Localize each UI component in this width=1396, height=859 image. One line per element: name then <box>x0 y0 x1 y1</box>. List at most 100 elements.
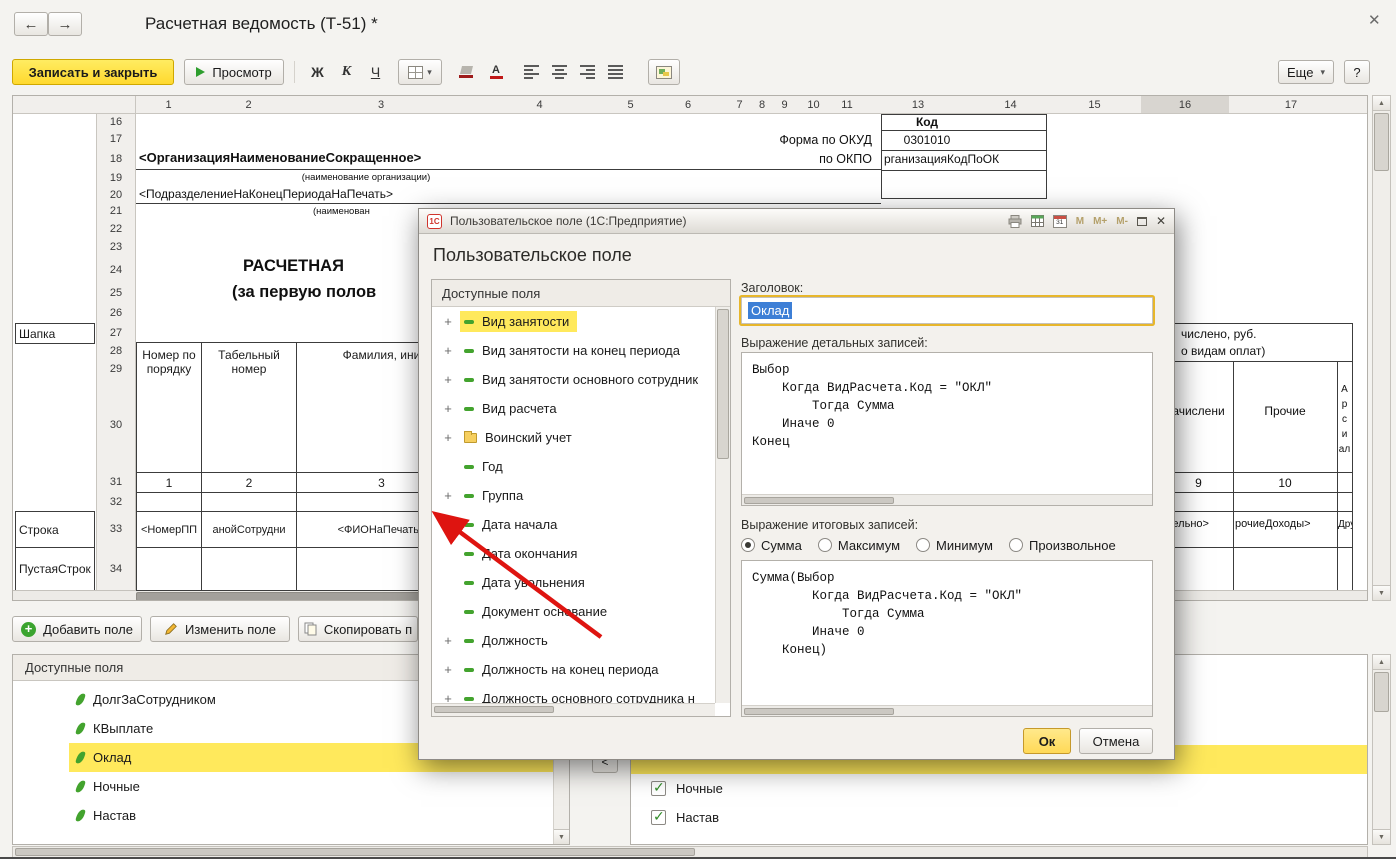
cell-row-sdelno[interactable]: дельно> <box>1166 516 1232 532</box>
tree-item-0[interactable]: + Вид занятости <box>432 307 715 336</box>
section-label-row[interactable]: Строка <box>15 511 95 548</box>
total-expression-input[interactable]: Сумма(Выбор Когда ВидРасчета.Код = "ОКЛ"… <box>741 560 1153 717</box>
row-header-25[interactable]: 25 <box>96 283 136 304</box>
scrollbar-thumb[interactable] <box>15 848 695 856</box>
cell-right-caption-2[interactable]: о видам оплат) <box>1181 343 1265 359</box>
scroll-down-icon[interactable]: ▼ <box>1373 829 1390 844</box>
tree-item-5[interactable]: Год <box>432 452 715 481</box>
expand-plus-icon[interactable]: + <box>442 662 454 677</box>
sheet-corner[interactable] <box>13 96 136 114</box>
scroll-down-icon[interactable]: ▼ <box>554 829 569 844</box>
column-header-16[interactable]: 16 <box>1141 96 1230 114</box>
cell-doc-title-1[interactable]: РАСЧЕТНАЯ <box>243 255 344 277</box>
header-input[interactable]: Оклад <box>741 297 1153 324</box>
tree-item-7[interactable]: + Дата начала <box>432 510 715 539</box>
expand-plus-icon[interactable]: + <box>442 488 454 503</box>
tree-item-8[interactable]: Дата окончания <box>432 539 715 568</box>
tree-item-12[interactable]: + Должность на конец периода <box>432 655 715 684</box>
column-header-7[interactable]: 7 <box>728 96 752 114</box>
borders-button[interactable]: ▾ <box>398 59 442 85</box>
scrollbar-thumb[interactable] <box>744 708 894 715</box>
save-and-close-button[interactable]: Записать и закрыть <box>12 59 174 85</box>
cell-colnum-1[interactable]: 1 <box>136 472 202 493</box>
checkbox-icon[interactable] <box>651 779 666 796</box>
tree-item-6[interactable]: + Группа <box>432 481 715 510</box>
column-header-5[interactable]: 5 <box>613 96 649 114</box>
tree-item-10[interactable]: Документ основание <box>432 597 715 626</box>
row-header-16[interactable]: 16 <box>96 114 136 130</box>
cell-row-tabel[interactable]: анойСотрудни <box>201 511 297 548</box>
cell-row-prochie[interactable]: рочиеДоходы> <box>1235 516 1335 532</box>
column-header-2[interactable]: 2 <box>201 96 297 114</box>
scroll-up-icon[interactable]: ▲ <box>1373 655 1390 670</box>
underline-button[interactable]: Ч <box>362 59 389 85</box>
preview-button[interactable]: Просмотр <box>184 59 284 85</box>
row-header-19[interactable]: 19 <box>96 169 136 188</box>
row-header-24[interactable]: 24 <box>96 256 136 284</box>
cell-kod-header[interactable]: Код <box>881 114 973 129</box>
sheet-vertical-scrollbar[interactable]: ▲ ▼ <box>1372 95 1391 601</box>
row-header-28[interactable]: 28 <box>96 342 136 361</box>
cell-okud-code[interactable]: 0301010 <box>881 130 973 149</box>
column-header-3[interactable]: 3 <box>296 96 467 114</box>
row-header-22[interactable]: 22 <box>96 219 136 239</box>
calendar-icon[interactable]: 31 <box>1052 214 1067 228</box>
sheet-settings-button[interactable] <box>648 59 680 85</box>
scrollbar-thumb[interactable] <box>744 497 894 504</box>
radio-option-3[interactable]: Произвольное <box>1008 538 1116 553</box>
field-item-3[interactable]: Ночные <box>13 772 553 801</box>
column-header-17[interactable]: 17 <box>1229 96 1354 114</box>
edit-field-button[interactable]: Изменить поле <box>150 616 290 642</box>
cell-header-nomer[interactable]: Номер по порядку <box>136 342 202 473</box>
right-panel-scrollbar[interactable]: ▲ ▼ <box>1372 654 1391 845</box>
bold-button[interactable]: Ж <box>304 59 331 85</box>
tree-item-2[interactable]: + Вид занятости основного сотрудник <box>432 365 715 394</box>
cell-org-name[interactable]: <ОрганизацияНаименованиеСокращенное> <box>139 147 421 167</box>
total-expression-scrollbar[interactable] <box>742 705 1152 716</box>
window-close-icon[interactable]: ✕ <box>1368 11 1381 29</box>
row-header-23[interactable]: 23 <box>96 238 136 257</box>
tree-item-11[interactable]: + Должность <box>432 626 715 655</box>
memory-button[interactable]: М <box>1076 216 1084 227</box>
ok-button[interactable]: Ок <box>1023 728 1071 754</box>
help-button[interactable]: ? <box>1344 60 1370 84</box>
detail-expression-scrollbar[interactable] <box>742 494 1152 505</box>
row-header-33[interactable]: 33 <box>96 511 136 548</box>
fill-color-button[interactable] <box>452 59 480 85</box>
dialog-titlebar[interactable]: 1С Пользовательское поле (1С:Предприятие… <box>419 209 1174 234</box>
cell-row-dru[interactable]: Дру <box>1338 516 1352 532</box>
scrollbar-thumb[interactable] <box>434 706 554 713</box>
column-header-10[interactable]: 10 <box>796 96 832 114</box>
column-header-8[interactable]: 8 <box>751 96 774 114</box>
empty-cell[interactable] <box>201 492 297 512</box>
column-header-13[interactable]: 13 <box>863 96 974 114</box>
row-header-17[interactable]: 17 <box>96 129 136 150</box>
align-justify-button[interactable] <box>602 59 628 85</box>
section-label-empty[interactable]: ПустаяСтрок <box>15 547 95 591</box>
row-header-26[interactable]: 26 <box>96 303 136 324</box>
tree-item-4[interactable]: + Воинский учет <box>432 423 715 452</box>
maximize-icon[interactable] <box>1136 216 1147 226</box>
expand-plus-icon[interactable]: + <box>442 372 454 387</box>
print-icon[interactable] <box>1008 214 1022 228</box>
cell-doc-title-2[interactable]: (за первую полов <box>232 281 376 303</box>
empty-cell[interactable] <box>136 492 202 512</box>
section-label-header[interactable]: Шапка <box>15 323 95 344</box>
row-header-18[interactable]: 18 <box>96 149 136 170</box>
scroll-up-icon[interactable]: ▲ <box>1373 96 1390 111</box>
cell-division[interactable]: <ПодразделениеНаКонецПериодаНаПечать> <box>139 186 393 202</box>
cell-right-col14[interactable]: Прочие <box>1233 401 1337 421</box>
row-header-27[interactable]: 27 <box>96 323 136 343</box>
radio-option-1[interactable]: Максимум <box>817 538 900 553</box>
align-center-button[interactable] <box>546 59 572 85</box>
cell-po-okpo[interactable]: по ОКПО <box>703 150 877 168</box>
tree-item-9[interactable]: Дата увольнения <box>432 568 715 597</box>
tree-horizontal-scrollbar[interactable] <box>432 703 715 716</box>
empty-cell[interactable] <box>136 547 202 591</box>
scroll-down-icon[interactable]: ▼ <box>1373 585 1390 600</box>
table-icon[interactable] <box>1030 215 1044 227</box>
column-header-4[interactable]: 4 <box>466 96 614 114</box>
tree-item-3[interactable]: + Вид расчета <box>432 394 715 423</box>
expand-plus-icon[interactable]: + <box>442 633 454 648</box>
memory-plus-button[interactable]: М+ <box>1093 216 1107 227</box>
